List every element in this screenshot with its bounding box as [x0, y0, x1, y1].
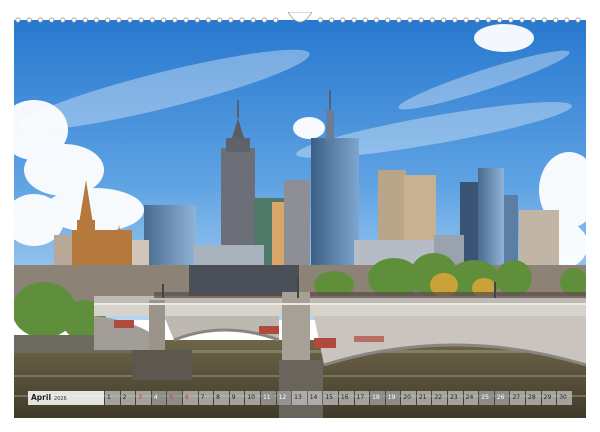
binding-hole — [564, 17, 570, 23]
binding-hole — [71, 17, 77, 23]
binding-hole — [161, 17, 167, 23]
binding-hole — [15, 17, 21, 23]
binding-hole — [418, 17, 424, 23]
calendar-strip: April 2026 1 2 3 4 5 6 7 8 9 10 11 12 13 14 15 16 17 18 19 2… — [28, 391, 572, 405]
day-cell: 23 — [448, 391, 463, 405]
day-cell: 28 — [526, 391, 541, 405]
binding-hole — [463, 17, 469, 23]
day-cell: 3 — [136, 391, 151, 405]
spiral-binding — [14, 12, 586, 28]
month-label: April 2026 — [28, 391, 104, 405]
binding-hole — [541, 17, 548, 23]
hanger-notch — [287, 12, 313, 23]
binding-hole — [149, 17, 155, 23]
binding-hole — [250, 17, 256, 23]
binding-hole — [138, 17, 144, 23]
day-cell: 26 — [494, 391, 510, 405]
binding-hole — [351, 17, 357, 23]
binding-hole — [340, 17, 346, 23]
day-cell: 1 — [105, 391, 120, 405]
binding-hole — [37, 17, 43, 23]
binding-hole — [530, 17, 536, 23]
day-cell: 19 — [385, 391, 401, 405]
day-cell: 4 — [151, 391, 167, 405]
day-cell: 10 — [245, 391, 260, 405]
binding-hole — [508, 17, 514, 23]
binding-hole — [183, 17, 189, 23]
binding-hole — [194, 17, 200, 23]
binding-hole — [440, 17, 447, 23]
binding-hole — [384, 17, 391, 23]
binding-hole — [239, 17, 245, 23]
day-cell: 17 — [354, 391, 370, 405]
binding-hole — [474, 17, 480, 23]
day-cell: 15 — [323, 391, 338, 405]
day-cells: 1 2 3 4 5 6 7 8 9 10 11 12 13 14 15 16 17 18 19 20 21 22 23 24 2… — [104, 391, 572, 405]
day-cell: 29 — [541, 391, 557, 405]
day-cell: 24 — [463, 391, 479, 405]
binding-hole — [272, 17, 279, 23]
binding-hole — [93, 17, 100, 23]
binding-hole — [496, 17, 503, 23]
day-cell: 27 — [510, 391, 526, 405]
day-cell: 25 — [479, 391, 494, 405]
day-cell: 18 — [370, 391, 385, 405]
binding-hole — [105, 17, 111, 23]
calendar-page: April 2026 1 2 3 4 5 6 7 8 9 10 11 12 13 14 15 16 17 18 19 2… — [0, 0, 600, 432]
day-cell: 20 — [401, 391, 416, 405]
binding-hole — [552, 17, 559, 23]
binding-hole — [82, 17, 88, 23]
binding-hole — [429, 17, 435, 23]
day-cell: 8 — [214, 391, 229, 405]
binding-hole — [328, 17, 335, 23]
day-cell: 7 — [198, 391, 214, 405]
day-cell: 30 — [557, 391, 572, 405]
binding-hole — [396, 17, 402, 23]
day-cell: 12 — [276, 391, 292, 405]
binding-hole — [261, 17, 267, 23]
year-label: 2026 — [54, 396, 67, 402]
binding-hole — [317, 17, 323, 23]
binding-hole — [575, 17, 581, 23]
binding-hole — [172, 17, 178, 23]
day-cell: 2 — [120, 391, 136, 405]
binding-hole — [217, 17, 223, 23]
day-cell: 16 — [338, 391, 354, 405]
binding-hole — [26, 17, 32, 23]
day-cell: 22 — [432, 391, 448, 405]
day-cell: 14 — [307, 391, 323, 405]
binding-hole — [407, 17, 413, 23]
binding-hole — [116, 17, 122, 23]
binding-hole — [452, 17, 458, 23]
binding-hole — [228, 17, 234, 23]
day-cell: 11 — [260, 391, 276, 405]
binding-hole — [485, 17, 491, 23]
binding-hole — [48, 17, 55, 23]
day-cell: 9 — [229, 391, 245, 405]
skyline-photo — [14, 20, 586, 418]
binding-hole — [60, 17, 66, 23]
month-name: April — [31, 393, 52, 402]
binding-hole — [127, 17, 133, 23]
day-cell: 21 — [416, 391, 432, 405]
binding-hole — [205, 17, 211, 23]
day-cell: 13 — [292, 391, 307, 405]
day-cell: 6 — [182, 391, 198, 405]
binding-hole — [373, 17, 379, 23]
day-cell: 5 — [167, 391, 182, 405]
binding-hole — [362, 17, 368, 23]
binding-hole — [519, 17, 525, 23]
